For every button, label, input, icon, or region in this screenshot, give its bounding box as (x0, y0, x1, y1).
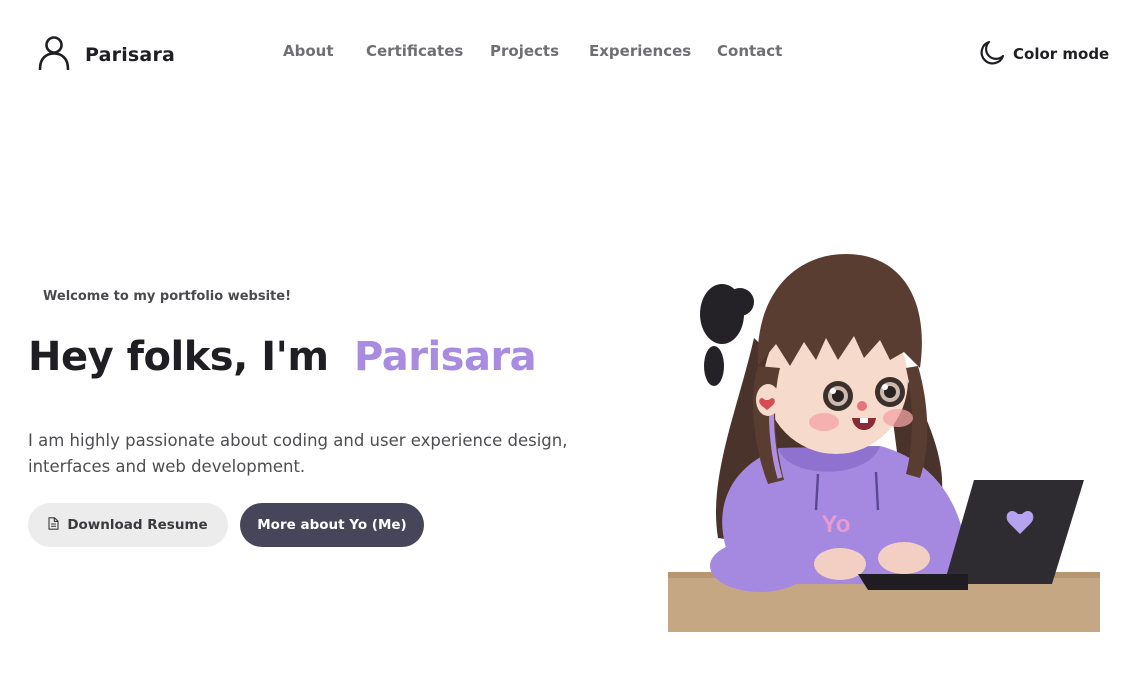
laptop (944, 480, 1084, 584)
moon-icon (978, 38, 1006, 70)
nav-link-experiences[interactable]: Experiences (589, 42, 691, 60)
top-navbar: Parisara About Certificates Projects Exp… (0, 0, 1136, 110)
download-resume-label: Download Resume (67, 517, 208, 533)
nav-link-certificates[interactable]: Certificates (366, 42, 463, 60)
download-resume-button[interactable]: Download Resume (28, 503, 228, 547)
main-nav: About Certificates Projects Experiences … (0, 42, 1136, 64)
nav-link-about[interactable]: About (283, 42, 334, 60)
color-mode-label: Color mode (1013, 45, 1110, 63)
intro-text: I am highly passionate about coding and … (28, 431, 568, 476)
more-about-label: More about Yo (Me) (257, 517, 407, 533)
headline-prefix: Hey folks, I'm (28, 334, 329, 380)
hero-illustration: Yo (668, 248, 1100, 632)
nav-link-projects[interactable]: Projects (490, 42, 559, 60)
color-mode-toggle[interactable]: Color mode (978, 38, 1109, 70)
headline-name: Parisara (353, 334, 537, 380)
nav-link-contact[interactable]: Contact (717, 42, 782, 60)
hoodie-text: Yo (822, 511, 851, 538)
welcome-text: Welcome to my portfolio website! (43, 289, 291, 304)
hair-bangs (757, 254, 922, 368)
more-about-button[interactable]: More about Yo (Me) (240, 503, 424, 547)
hero-headline: Hey folks, I'm Parisara (28, 334, 537, 380)
document-icon (48, 516, 67, 534)
